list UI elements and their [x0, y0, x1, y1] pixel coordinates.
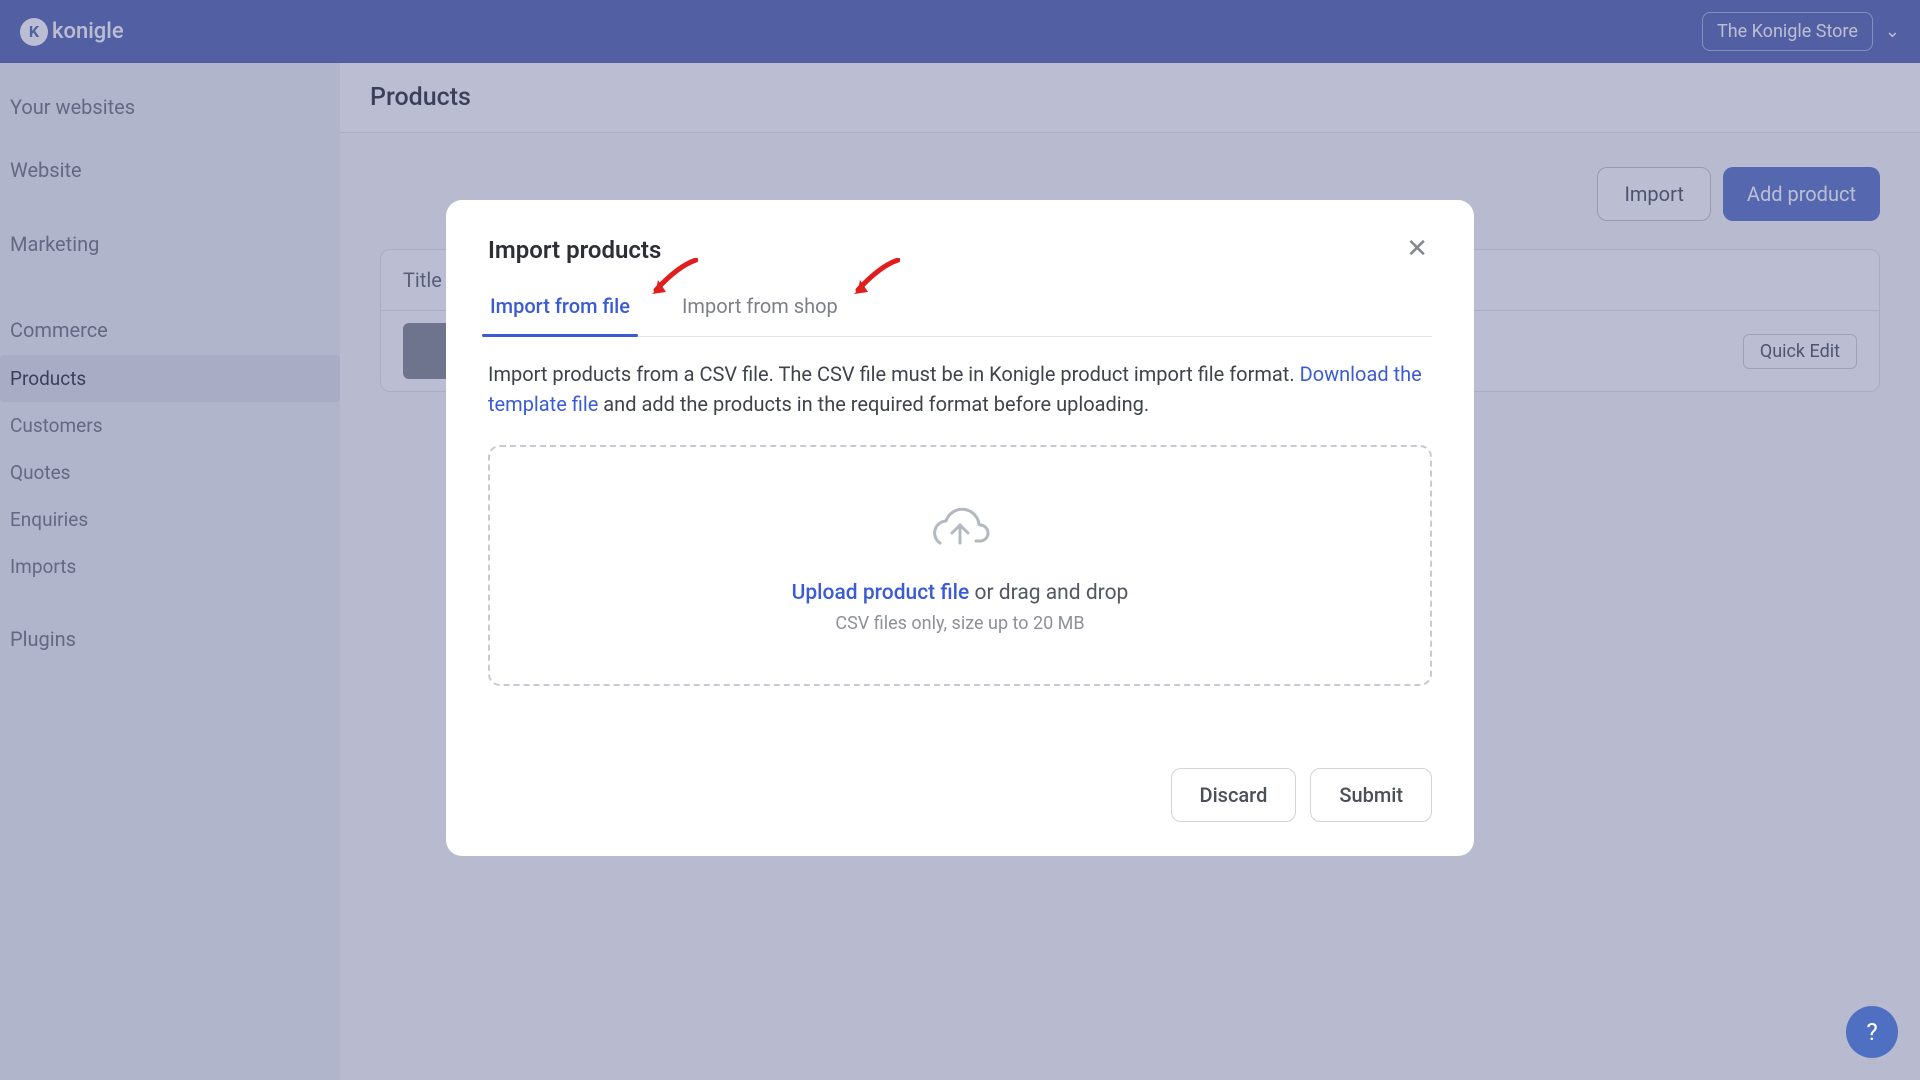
- modal-description: Import products from a CSV file. The CSV…: [488, 359, 1432, 419]
- cloud-upload-icon: [510, 505, 1410, 553]
- import-products-modal: Import products ✕ Import from file Impor…: [446, 200, 1474, 856]
- modal-title: Import products: [488, 236, 661, 264]
- modal-overlay: Import products ✕ Import from file Impor…: [0, 0, 1920, 1080]
- help-icon: ?: [1866, 1018, 1877, 1046]
- close-button[interactable]: ✕: [1402, 236, 1432, 262]
- discard-button[interactable]: Discard: [1171, 768, 1297, 822]
- modal-tabs: Import from file Import from shop: [488, 282, 1432, 337]
- close-icon: ✕: [1406, 234, 1428, 264]
- upload-file-link[interactable]: Upload product file: [792, 581, 970, 605]
- upload-hint: CSV files only, size up to 20 MB: [510, 613, 1410, 634]
- annotation-arrow-icon: [850, 258, 900, 302]
- tab-import-from-file[interactable]: Import from file: [488, 282, 632, 336]
- tab-import-from-shop[interactable]: Import from shop: [680, 282, 840, 336]
- submit-button[interactable]: Submit: [1310, 768, 1432, 822]
- help-fab[interactable]: ?: [1846, 1006, 1898, 1058]
- file-dropzone[interactable]: Upload product file or drag and drop CSV…: [488, 445, 1432, 686]
- upload-line: Upload product file or drag and drop: [510, 581, 1410, 605]
